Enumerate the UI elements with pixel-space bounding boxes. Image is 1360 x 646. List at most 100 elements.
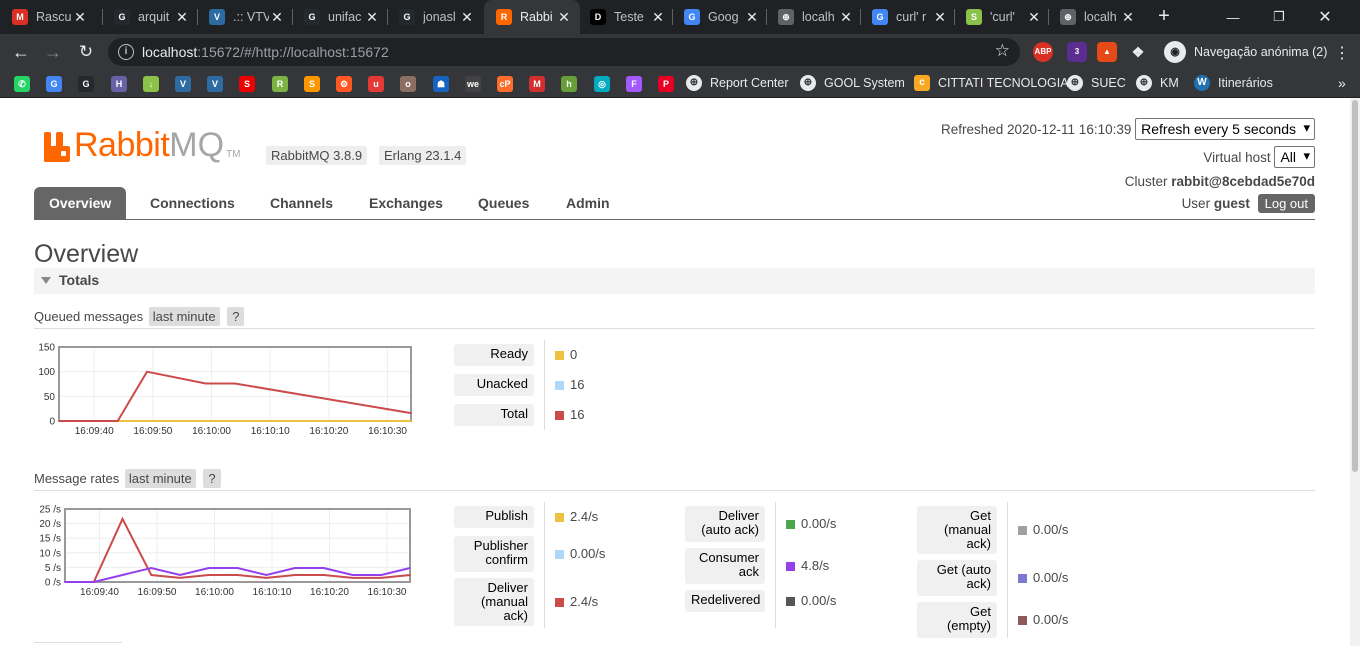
browser-tab[interactable]: ⊕ localh ✕ xyxy=(1048,0,1144,34)
legend-swatch xyxy=(786,562,795,571)
heroku-icon[interactable]: H xyxy=(111,76,127,92)
mega-icon[interactable]: M xyxy=(529,76,545,92)
close-tab-icon[interactable]: ✕ xyxy=(744,9,760,26)
tab-title: localh xyxy=(1084,10,1117,24)
browser-tab[interactable]: V .:: VTV ✕ xyxy=(197,0,293,34)
close-tab-icon[interactable]: ✕ xyxy=(364,9,380,26)
page-scrollbar[interactable] xyxy=(1350,98,1360,646)
queued-messages-header: Queued messages last minute ? xyxy=(34,307,1315,329)
pinterest-icon[interactable]: P xyxy=(658,76,674,92)
forward-button[interactable]: → xyxy=(40,39,66,65)
u-icon[interactable]: u xyxy=(368,76,384,92)
tab-connections[interactable]: Connections xyxy=(135,187,250,219)
bookmark-itinerarios[interactable]: W Itinerários xyxy=(1194,75,1273,91)
data-point xyxy=(351,574,354,576)
close-tab-icon[interactable]: ✕ xyxy=(1026,9,1042,26)
queued-period-selector[interactable]: last minute xyxy=(148,307,220,326)
y-tick-label: 150 xyxy=(38,343,55,354)
legend-label: Get (empty) xyxy=(917,602,997,638)
rates-help-button[interactable]: ? xyxy=(203,469,221,488)
data-point xyxy=(207,574,210,576)
chart-icon[interactable]: h xyxy=(561,76,577,92)
circle-icon[interactable]: o xyxy=(400,76,416,92)
bookmark-gool-system[interactable]: ⊕ GOOL System xyxy=(800,75,905,91)
logout-button[interactable]: Log out xyxy=(1257,194,1315,213)
cpanel-icon[interactable]: cP xyxy=(497,76,513,92)
globe-icon: ⊕ xyxy=(800,75,816,91)
close-tab-icon[interactable]: ✕ xyxy=(556,9,572,26)
totals-section-toggle[interactable]: Totals xyxy=(34,268,1315,294)
figma-icon[interactable]: F xyxy=(626,76,642,92)
scrollbar-thumb[interactable] xyxy=(1352,100,1358,472)
whatsapp-icon[interactable]: ✆ xyxy=(14,76,30,92)
browser-tab[interactable]: M Rascu ✕ xyxy=(0,0,96,34)
browser-tab[interactable]: ⊕ localh ✕ xyxy=(766,0,862,34)
github-icon[interactable]: G xyxy=(78,76,94,92)
legend-label: Get (auto ack) xyxy=(917,560,997,596)
browser-tab[interactable]: S 'curl' ✕ xyxy=(954,0,1050,34)
legend-swatch xyxy=(555,513,564,522)
settings-icon[interactable]: ⚙ xyxy=(336,76,352,92)
x-tick-label: 16:10:00 xyxy=(195,587,234,598)
firefox-icon[interactable]: ◎ xyxy=(594,76,610,92)
download-icon[interactable]: ↓ xyxy=(143,76,159,92)
sublime-icon[interactable]: S xyxy=(304,76,320,92)
tab-exchanges[interactable]: Exchanges xyxy=(354,187,458,219)
close-tab-icon[interactable]: ✕ xyxy=(174,9,190,26)
browser-tab[interactable]: Gcurl' r ✕ xyxy=(860,0,956,34)
back-button[interactable]: ← xyxy=(8,39,34,65)
browser-tab[interactable]: D Teste ✕ xyxy=(578,0,674,34)
tab-queues[interactable]: Queues xyxy=(463,187,544,219)
bookmark-suec[interactable]: ⊕ SUEC xyxy=(1067,75,1126,91)
we-icon[interactable]: we xyxy=(465,76,481,92)
chart-plot-area xyxy=(64,508,411,583)
address-bar[interactable]: i localhost:15672/#/http://localhost:156… xyxy=(108,38,1020,66)
browser-tab[interactable]: R Rabbi ✕ xyxy=(484,0,580,34)
close-tab-icon[interactable]: ✕ xyxy=(650,9,666,26)
extension-icon[interactable]: ▲ xyxy=(1097,42,1117,62)
google-icon[interactable]: G xyxy=(46,76,62,92)
minimize-button[interactable]: — xyxy=(1210,0,1256,34)
close-tab-icon[interactable]: ✕ xyxy=(838,9,854,26)
close-tab-icon[interactable]: ✕ xyxy=(269,9,285,26)
extension-icon[interactable]: 3 xyxy=(1067,42,1087,62)
new-tab-button[interactable]: + xyxy=(1152,5,1176,29)
rabbitmq-logo[interactable]: Rabbit MQ TM xyxy=(44,128,241,162)
browser-menu-icon[interactable]: ⋮ xyxy=(1334,43,1350,63)
figure-icon[interactable]: ☗ xyxy=(433,76,449,92)
restore-button[interactable]: ❐ xyxy=(1256,0,1302,34)
close-tab-icon[interactable]: ✕ xyxy=(72,9,88,26)
close-window-button[interactable]: ✕ xyxy=(1302,0,1348,34)
reload-button[interactable]: ↻ xyxy=(73,39,99,65)
data-point xyxy=(294,567,296,569)
tab-overview[interactable]: Overview xyxy=(34,187,127,219)
santander-icon[interactable]: S xyxy=(239,76,255,92)
browser-tab[interactable]: Garquit ✕ xyxy=(102,0,198,34)
refresh-interval-select[interactable]: Refresh every 5 seconds xyxy=(1135,118,1315,140)
tab-channels[interactable]: Channels xyxy=(255,187,348,219)
rates-period-selector[interactable]: last minute xyxy=(124,469,196,488)
data-point xyxy=(410,420,412,422)
tab-admin[interactable]: Admin xyxy=(551,187,625,219)
bookmark-report-center[interactable]: ⊕ Report Center xyxy=(686,75,789,91)
vtv-icon[interactable]: V xyxy=(207,76,223,92)
vtv-icon[interactable]: V xyxy=(175,76,191,92)
bookmark-km[interactable]: ⊕ KM xyxy=(1136,75,1179,91)
close-tab-icon[interactable]: ✕ xyxy=(459,9,475,26)
adblock-plus-icon[interactable]: ABP xyxy=(1033,42,1053,62)
close-tab-icon[interactable]: ✕ xyxy=(1120,9,1136,26)
bookmark-cittati[interactable]: c CITTATI TECNOLOGIA xyxy=(914,75,1069,91)
virtual-host-select[interactable]: All xyxy=(1274,146,1315,168)
queued-help-button[interactable]: ? xyxy=(227,307,245,326)
browser-tab[interactable]: G Goog ✕ xyxy=(672,0,768,34)
more-bookmarks-icon[interactable]: » xyxy=(1338,75,1346,91)
browser-tab[interactable]: Gjonasl ✕ xyxy=(387,0,483,34)
bookmarks-bar: ⊕ Report Center ⊕ GOOL System c CITTATI TEC… xyxy=(0,70,1360,98)
site-info-icon[interactable]: i xyxy=(118,44,134,60)
browser-tab[interactable]: Gunifac ✕ xyxy=(292,0,388,34)
puzzle-extensions-icon[interactable]: ❖ xyxy=(1128,42,1148,62)
close-tab-icon[interactable]: ✕ xyxy=(932,9,948,26)
incognito-indicator[interactable]: ◉ Navegação anónima (2) xyxy=(1158,38,1337,66)
bookmark-star-icon[interactable]: ☆ xyxy=(995,41,1010,61)
rf-icon[interactable]: R xyxy=(272,76,288,92)
